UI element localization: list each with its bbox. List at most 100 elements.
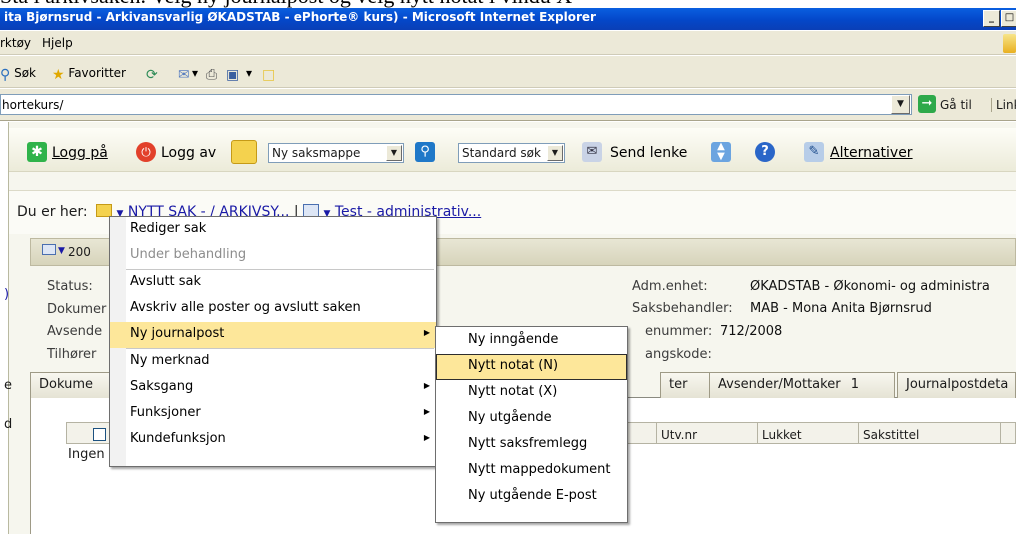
menu-item-label: Avskriv alle poster og avslutt saken <box>130 300 361 315</box>
maximize-button[interactable]: □ <box>1001 10 1016 27</box>
search-icon[interactable]: ⚲ <box>415 142 435 162</box>
go-button[interactable]: Gå til <box>940 98 972 112</box>
menu-item-label: Funksjoner <box>130 405 201 420</box>
search-type-value: Standard søk <box>462 146 541 160</box>
column-separator <box>858 422 859 444</box>
history-icon[interactable]: ⟳ <box>146 66 158 82</box>
new-case-folder-select[interactable]: Ny saksmappe ▼ <box>268 143 404 163</box>
mail-dropdown-icon[interactable]: ▾ <box>192 66 198 80</box>
login-button[interactable]: Logg på <box>52 145 108 161</box>
left-edge-letter: d <box>4 417 13 432</box>
menu-item-functions[interactable]: Funksjoner ▶ <box>110 401 436 427</box>
address-dropdown-icon[interactable]: ▼ <box>891 95 910 114</box>
case-handler-value: MAB - Mona Anita Bjørnsrud <box>750 301 932 316</box>
submenu-arrow-icon: ▶ <box>423 433 430 442</box>
instruction-caption: Stå i arkivsaken. Velg ny journalpost og… <box>0 0 1016 8</box>
logout-button[interactable]: Logg av <box>161 145 216 161</box>
tab-sender-count: 1 <box>850 377 859 392</box>
left-edge-mark: ) <box>4 287 10 302</box>
submenu-item-outgoing[interactable]: Ny utgående <box>436 406 627 432</box>
menu-item-in-progress: Under behandling <box>110 243 436 269</box>
help-icon[interactable]: ? <box>755 142 775 162</box>
status-label: Status: <box>47 279 93 294</box>
case-context-menu: Rediger sak Under behandling Avslutt sak… <box>109 216 437 467</box>
left-edge-letter: e <box>4 378 12 393</box>
column-separator <box>757 422 758 444</box>
favorites-toolbar-button[interactable]: ★ Favoritter <box>52 66 126 82</box>
menu-tools[interactable]: rktøy <box>0 36 31 50</box>
case-handler-label: Saksbehandler: <box>632 301 733 316</box>
search-icon: ⚲ <box>0 67 11 83</box>
number-label: enummer: <box>645 324 713 339</box>
adm-unit-value: ØKADSTAB - Økonomi- og administra <box>750 279 990 294</box>
select-all-checkbox[interactable] <box>93 428 106 441</box>
menu-bar <box>0 31 1016 55</box>
tab-documents[interactable]: Dokume <box>30 372 110 398</box>
menu-item-label: Nytt notat (X) <box>468 384 558 399</box>
edit-dropdown-icon[interactable]: ▾ <box>246 66 252 80</box>
tab-journal-details[interactable]: Journalpostdeta <box>897 372 1016 398</box>
search-type-select[interactable]: Standard søk ▼ <box>458 143 565 163</box>
menu-item-label: Ny journalpost <box>130 326 225 341</box>
number-value: 712/2008 <box>720 324 783 339</box>
column-header-utvnr[interactable]: Utv.nr <box>661 428 697 442</box>
send-link-button[interactable]: Send lenke <box>610 145 687 161</box>
menu-item-write-off-all[interactable]: Avskriv alle poster og avslutt saken <box>110 296 436 322</box>
menu-item-label: Nytt notat (N) <box>468 358 559 373</box>
search-toolbar-button[interactable]: ⚲ Søk <box>0 66 36 82</box>
scroll-arrows-icon[interactable]: ▲ ▼ <box>711 142 731 162</box>
submenu-item-incoming[interactable]: Ny inngående <box>436 328 627 354</box>
submenu-arrow-icon: ▶ <box>423 407 430 416</box>
menu-item-label: Ny merknad <box>130 353 210 368</box>
column-separator <box>656 422 657 444</box>
chevron-down-icon[interactable]: ▼ <box>44 246 65 256</box>
submenu-item-note-x[interactable]: Nytt notat (X) <box>436 380 627 406</box>
submenu-item-folder-document[interactable]: Nytt mappedokument <box>436 458 627 484</box>
send-link-icon: ✉ <box>582 142 602 162</box>
edit-icon[interactable]: ▣ <box>226 66 239 82</box>
menu-item-close-case[interactable]: Avslutt sak <box>110 270 436 296</box>
submenu-arrow-icon: ▶ <box>423 381 430 390</box>
links-button[interactable]: Links <box>991 98 1016 112</box>
submenu-item-case-presentation[interactable]: Nytt saksfremlegg <box>436 432 627 458</box>
go-arrow-icon[interactable]: ➞ <box>918 95 936 113</box>
address-value: hortekurs/ <box>2 98 64 112</box>
address-input[interactable] <box>0 94 912 115</box>
window-title: ita Bjørnsrud - Arkivansvarlig ØKADSTAB … <box>4 10 596 24</box>
breadcrumb-prefix: Du er her: <box>17 204 88 220</box>
menu-item-new-note[interactable]: Ny merknad <box>110 349 436 375</box>
print-icon[interactable]: ⎙ <box>206 66 217 82</box>
submenu-item-note-n[interactable]: Nytt notat (N) <box>436 354 627 380</box>
sender-label: Avsende <box>47 324 103 339</box>
menu-item-label: Nytt mappedokument <box>468 462 611 477</box>
chevron-down-icon: ▼ <box>547 145 563 161</box>
belongs-label: Tilhører <box>47 347 97 362</box>
menu-item-case-flow[interactable]: Saksgang ▶ <box>110 375 436 401</box>
options-icon: ✎ <box>804 142 824 162</box>
column-separator <box>1000 422 1001 444</box>
menu-item-edit-case[interactable]: Rediger sak <box>110 217 436 243</box>
new-folder-icon <box>231 140 257 164</box>
tab-ter[interactable]: ter <box>660 372 710 398</box>
menu-help[interactable]: Hjelp <box>42 36 73 50</box>
options-button[interactable]: Alternativer <box>830 145 913 161</box>
notes-icon[interactable]: □ <box>262 66 275 82</box>
menu-item-customer-function[interactable]: Kundefunksjon ▶ <box>110 427 436 453</box>
page-margin <box>0 122 6 534</box>
search-toolbar-label: Søk <box>14 66 37 80</box>
new-case-folder-value: Ny saksmappe <box>272 146 361 160</box>
chevron-down-icon: ▼ <box>386 145 402 161</box>
column-header-case-title[interactable]: Sakstittel <box>863 428 919 442</box>
column-header-closed[interactable]: Lukket <box>762 428 802 442</box>
submenu-item-outgoing-email[interactable]: Ny utgående E-post <box>436 484 627 510</box>
menu-item-new-journal-entry[interactable]: Ny journalpost ▶ <box>110 322 436 348</box>
menu-item-label: Ny utgående <box>468 410 552 425</box>
menu-item-label: Ny utgående E-post <box>468 488 597 503</box>
minimize-button[interactable]: _ <box>983 10 1000 27</box>
access-code-label: angskode: <box>645 347 712 362</box>
menu-item-label: Nytt saksfremlegg <box>468 436 588 451</box>
menu-item-label: Avslutt sak <box>130 274 202 289</box>
login-icon: ✱ <box>27 142 47 162</box>
tab-sender-receiver[interactable]: Avsender/Mottaker 1 <box>709 372 895 398</box>
mail-icon[interactable]: ✉ <box>178 66 190 82</box>
